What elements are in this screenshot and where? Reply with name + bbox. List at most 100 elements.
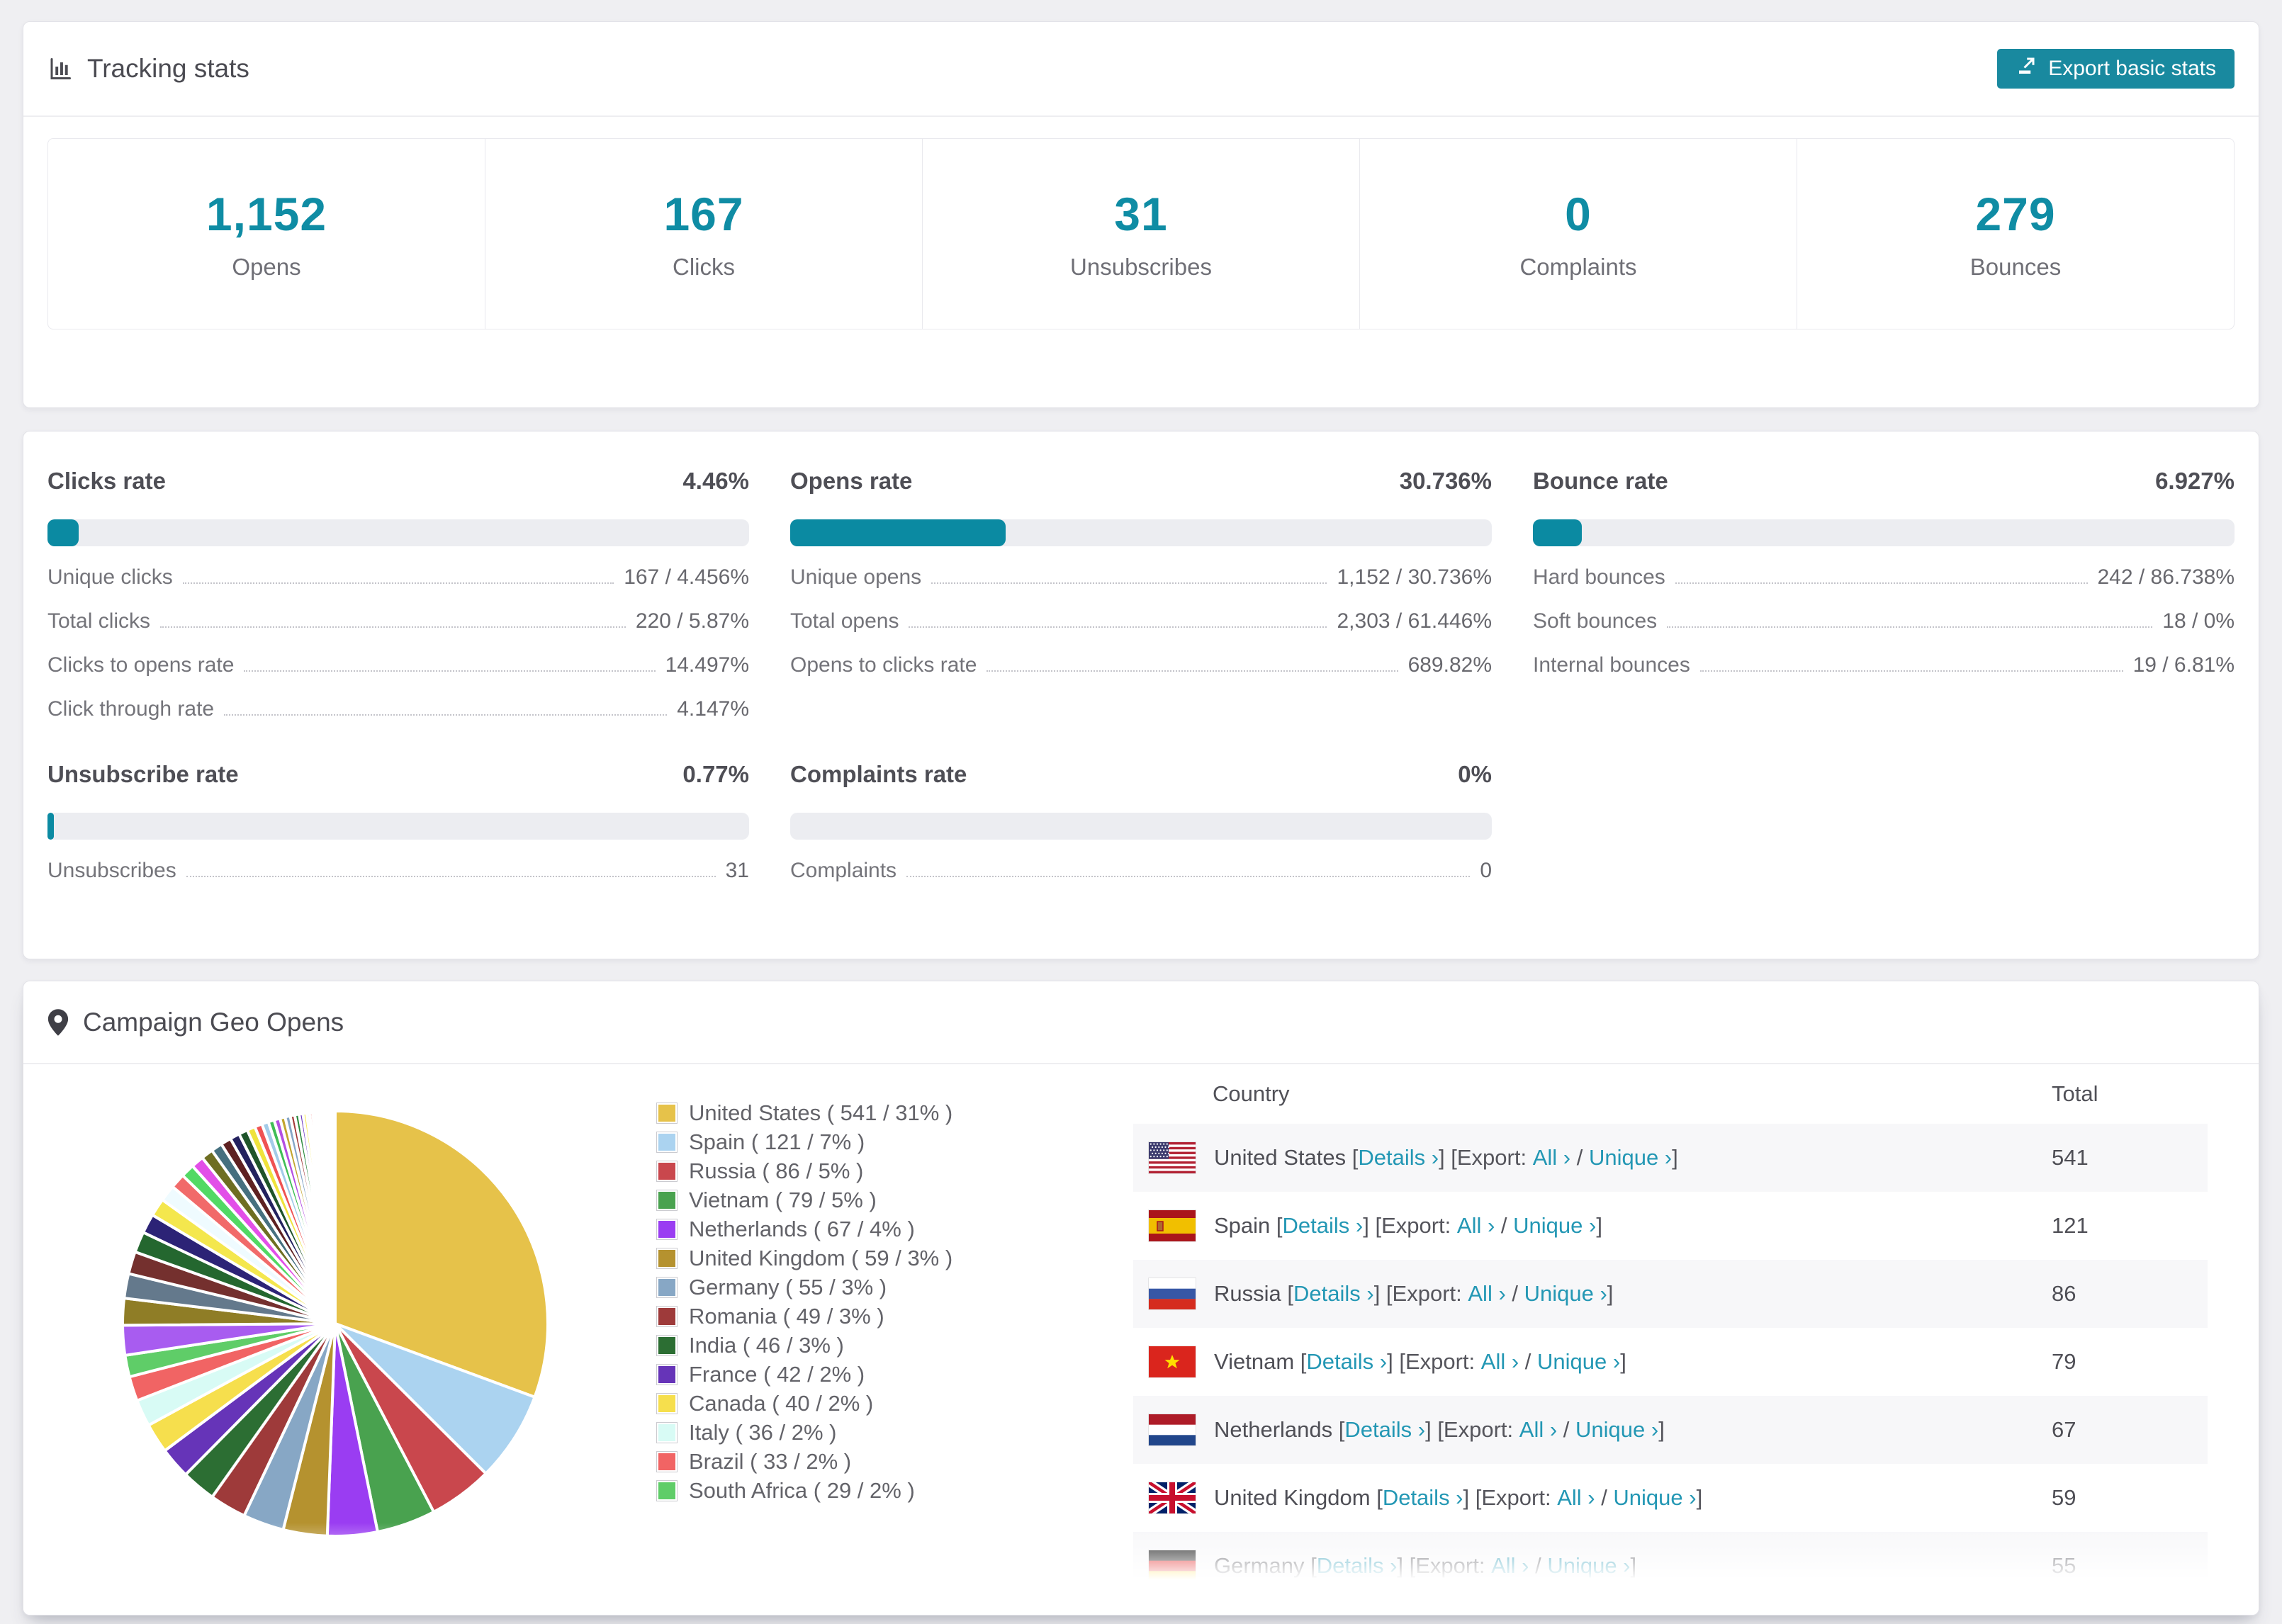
details-link[interactable]: Details › xyxy=(1306,1349,1387,1375)
bracket: ] xyxy=(1596,1213,1602,1238)
legend-label: Canada ( 40 / 2% ) xyxy=(689,1390,874,1416)
rate-detail-row: Click through rate 4.147% xyxy=(47,697,749,722)
total-cell: 79 xyxy=(2052,1349,2076,1374)
dotted-leader xyxy=(931,582,1327,584)
detail-value: 18 / 0% xyxy=(2162,609,2235,633)
rate-percent: 30.736% xyxy=(1399,468,1492,494)
rate-progress-track xyxy=(790,813,1492,840)
export-all-link[interactable]: All › xyxy=(1457,1213,1495,1239)
rate-detail-row: Total opens 2,303 / 61.446% xyxy=(790,609,1492,634)
legend-item-vn: Vietnam ( 79 / 5% ) xyxy=(656,1185,952,1214)
geo-table-rows: United States [Details ›] [Export: All ›… xyxy=(1133,1124,2208,1600)
export-unique-link[interactable]: Unique › xyxy=(1613,1485,1696,1511)
detail-value: 167 / 4.456% xyxy=(624,565,749,589)
slash: / xyxy=(1505,1281,1524,1306)
flag-de-icon xyxy=(1149,1550,1196,1581)
country-cell: Russia [Details ›] [Export: All › / Uniq… xyxy=(1133,1278,2030,1309)
stat-cell-clicks: 167 Clicks xyxy=(485,139,922,329)
rate-progress-fill xyxy=(1533,519,1582,546)
export-unique-link[interactable]: Unique › xyxy=(1575,1417,1658,1443)
dotted-leader xyxy=(1699,670,2123,672)
details-link[interactable]: Details › xyxy=(1317,1553,1398,1579)
details-link[interactable]: Details › xyxy=(1358,1145,1439,1171)
detail-label: Unique opens xyxy=(790,565,922,589)
legend-label: Russia ( 86 / 5% ) xyxy=(689,1158,864,1183)
detail-value: 0 xyxy=(1480,859,1492,882)
rate-title: Opens rate xyxy=(790,468,913,494)
rate-detail-row: Unique clicks 167 / 4.456% xyxy=(47,565,749,590)
slash: / xyxy=(1529,1553,1548,1578)
flag-us-icon xyxy=(1149,1142,1196,1173)
country-name: Russia xyxy=(1214,1281,1281,1306)
export-unique-link[interactable]: Unique › xyxy=(1537,1349,1620,1375)
legend-label: United Kingdom ( 59 / 3% ) xyxy=(689,1245,953,1270)
stat-label: Bounces xyxy=(1969,254,2062,280)
export-all-link[interactable]: All › xyxy=(1481,1349,1519,1375)
stat-value: 1,152 xyxy=(206,188,327,240)
export-all-link[interactable]: All › xyxy=(1557,1485,1595,1511)
export-all-link[interactable]: All › xyxy=(1533,1145,1570,1171)
export-button-label: Export basic stats xyxy=(2048,57,2216,80)
legend-label: Romania ( 49 / 3% ) xyxy=(689,1303,884,1329)
rate-detail-row: Unsubscribes 31 xyxy=(47,858,749,884)
export-all-link[interactable]: All › xyxy=(1519,1417,1557,1443)
stats-summary-strip: 1,152 Opens 167 Clicks 31 Unsubscribes 0 Compla… xyxy=(47,138,2235,329)
detail-value: 31 xyxy=(725,859,749,882)
export-all-link[interactable]: All › xyxy=(1491,1553,1529,1579)
legend-swatch xyxy=(656,1305,678,1327)
tracking-stats-card: Tracking stats Export basic stats 1,152 O… xyxy=(23,21,2259,408)
stat-value: 167 xyxy=(663,188,744,240)
export-unique-link[interactable]: Unique › xyxy=(1524,1281,1607,1307)
legend-label: India ( 46 / 3% ) xyxy=(689,1332,844,1358)
legend-label: Italy ( 36 / 2% ) xyxy=(689,1419,837,1445)
rates-grid: Clicks rate 4.46% Unique clicks 167 / 4.456… xyxy=(47,466,2235,884)
total-cell: 541 xyxy=(2052,1145,2089,1170)
rate-title: Clicks rate xyxy=(47,468,166,494)
detail-label: Unique clicks xyxy=(47,565,173,589)
export-unique-link[interactable]: Unique › xyxy=(1513,1213,1596,1239)
details-link[interactable]: Details › xyxy=(1293,1281,1374,1307)
country-cell: Netherlands [Details ›] [Export: All › /… xyxy=(1133,1414,2030,1445)
rate-detail-rows: Complaints 0 xyxy=(790,858,1492,884)
rate-header: Clicks rate 4.46% xyxy=(47,466,749,497)
rate-panel-complaints-rate: Complaints rate 0% Complaints 0 xyxy=(790,759,1492,884)
details-link[interactable]: Details › xyxy=(1283,1213,1364,1239)
detail-label: Total clicks xyxy=(47,609,151,633)
rate-header: Opens rate 30.736% xyxy=(790,466,1492,497)
legend-swatch xyxy=(656,1450,678,1472)
table-row-ru: Russia [Details ›] [Export: All › / Uniq… xyxy=(1133,1260,2208,1328)
rate-detail-row: Total clicks 220 / 5.87% xyxy=(47,609,749,634)
detail-label: Unsubscribes xyxy=(47,859,176,882)
dotted-leader xyxy=(224,714,668,716)
rate-detail-row: Unique opens 1,152 / 30.736% xyxy=(790,565,1492,590)
legend-item-ca: Canada ( 40 / 2% ) xyxy=(656,1389,952,1418)
export-unique-link[interactable]: Unique › xyxy=(1547,1553,1630,1579)
legend-item-ro: Romania ( 49 / 3% ) xyxy=(656,1302,952,1331)
total-cell: 86 xyxy=(2052,1281,2076,1306)
dotted-leader xyxy=(906,876,1471,877)
details-link[interactable]: Details › xyxy=(1344,1417,1425,1443)
geo-header: Campaign Geo Opens xyxy=(23,981,2259,1064)
rate-percent: 0.77% xyxy=(682,761,749,787)
detail-label: Complaints xyxy=(790,859,897,882)
table-row-de: Germany [Details ›] [Export: All › / Uni… xyxy=(1133,1532,2208,1600)
legend-item-de: Germany ( 55 / 3% ) xyxy=(656,1273,952,1302)
stat-label: Clicks xyxy=(673,254,735,280)
legend-label: Netherlands ( 67 / 4% ) xyxy=(689,1216,915,1241)
export-unique-link[interactable]: Unique › xyxy=(1589,1145,1672,1171)
rate-detail-rows: Unique opens 1,152 / 30.736% Total opens 2,… xyxy=(790,565,1492,678)
legend-swatch xyxy=(656,1218,678,1240)
geo-pie-chart xyxy=(116,1104,555,1543)
export-basic-stats-button[interactable]: Export basic stats xyxy=(1997,49,2235,89)
country-name: Germany xyxy=(1214,1553,1305,1578)
table-row-gb: United Kingdom [Details ›] [Export: All … xyxy=(1133,1464,2208,1532)
table-row-us: United States [Details ›] [Export: All ›… xyxy=(1133,1124,2208,1192)
bracket: [ xyxy=(1370,1485,1383,1510)
table-row-nl: Netherlands [Details ›] [Export: All › /… xyxy=(1133,1396,2208,1464)
export-all-link[interactable]: All › xyxy=(1468,1281,1505,1307)
bracket: ] [Export: xyxy=(1439,1145,1533,1170)
slash: / xyxy=(1495,1213,1514,1238)
details-link[interactable]: Details › xyxy=(1383,1485,1463,1511)
detail-value: 689.82% xyxy=(1407,653,1492,677)
dotted-leader xyxy=(182,582,614,584)
